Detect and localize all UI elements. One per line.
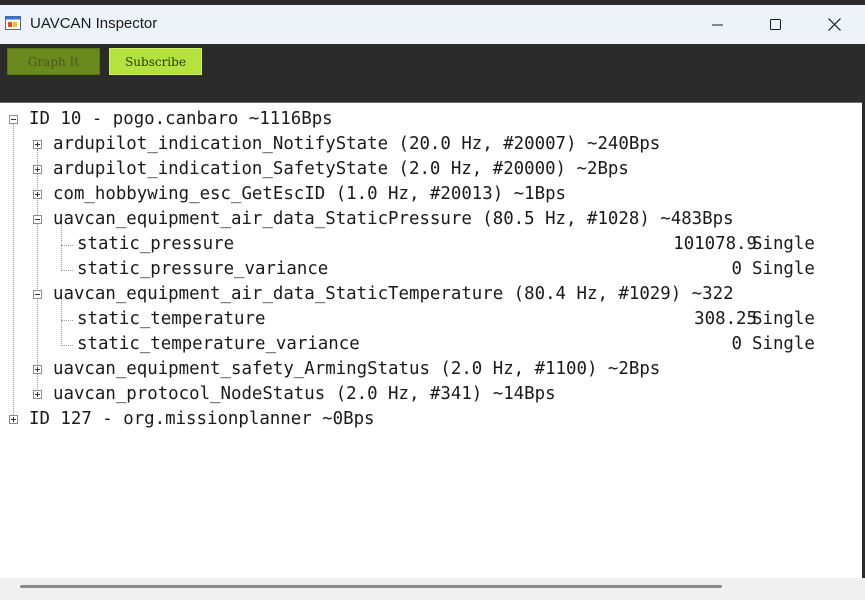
app-window-icon bbox=[5, 16, 21, 30]
tree-line bbox=[61, 345, 73, 346]
tree-line bbox=[61, 245, 73, 246]
tree-node-id127[interactable]: ID 127 - org.missionplanner ~0Bps bbox=[29, 407, 375, 432]
field-value: 101078.9 bbox=[673, 234, 757, 254]
tree-line bbox=[61, 270, 73, 271]
window-title: UAVCAN Inspector bbox=[30, 15, 158, 32]
field-name[interactable]: static_pressure_variance bbox=[77, 257, 328, 282]
field-name[interactable]: static_temperature_variance bbox=[77, 332, 360, 357]
close-button[interactable] bbox=[805, 5, 863, 44]
collapse-icon[interactable] bbox=[9, 115, 18, 124]
title-bar: UAVCAN Inspector bbox=[0, 0, 865, 44]
tree-node-message[interactable]: uavcan_equipment_air_data_StaticTemperat… bbox=[53, 282, 734, 307]
maximize-button[interactable] bbox=[747, 5, 805, 44]
expand-icon[interactable] bbox=[33, 165, 42, 174]
tree-node-message[interactable]: com_hobbywing_esc_GetEscID (1.0 Hz, #200… bbox=[53, 182, 566, 207]
expand-icon[interactable] bbox=[9, 415, 18, 424]
field-type: Single bbox=[752, 234, 815, 254]
field-type: Single bbox=[752, 334, 815, 354]
field-type: Single bbox=[752, 309, 815, 329]
field-value: 308.25 bbox=[694, 309, 757, 329]
scrollbar-thumb[interactable] bbox=[20, 585, 722, 588]
tree-line bbox=[13, 124, 14, 419]
field-value: 0 bbox=[731, 259, 742, 279]
maximize-icon bbox=[770, 18, 781, 30]
field-name[interactable]: static_pressure bbox=[77, 232, 234, 257]
minimize-icon bbox=[712, 24, 723, 25]
subscribe-button[interactable]: Subscribe bbox=[109, 48, 202, 75]
expand-icon[interactable] bbox=[33, 140, 42, 149]
tree-node-message[interactable]: ardupilot_indication_SafetyState (2.0 Hz… bbox=[53, 157, 629, 182]
tree-line bbox=[37, 149, 38, 395]
close-icon bbox=[827, 18, 841, 31]
toolbar: Graph It Subscribe bbox=[0, 44, 865, 90]
field-type: Single bbox=[752, 259, 815, 279]
tree-node-message[interactable]: uavcan_protocol_NodeStatus (2.0 Hz, #341… bbox=[53, 382, 556, 407]
tree-line bbox=[61, 320, 73, 321]
field-value: 0 bbox=[731, 334, 742, 354]
field-name[interactable]: static_temperature bbox=[77, 307, 265, 332]
tree-node-message[interactable]: uavcan_equipment_safety_ArmingStatus (2.… bbox=[53, 357, 660, 382]
expand-icon[interactable] bbox=[33, 390, 42, 399]
horizontal-scrollbar[interactable] bbox=[0, 578, 865, 600]
collapse-icon[interactable] bbox=[33, 215, 42, 224]
tree-node-message[interactable]: ardupilot_indication_NotifyState (20.0 H… bbox=[53, 132, 660, 157]
collapse-icon[interactable] bbox=[33, 290, 42, 299]
graph-it-button[interactable]: Graph It bbox=[7, 48, 100, 75]
tree-node-message[interactable]: uavcan_equipment_air_data_StaticPressure… bbox=[53, 207, 734, 232]
expand-icon[interactable] bbox=[33, 190, 42, 199]
message-tree[interactable]: ID 10 - pogo.canbaro ~1116Bps ardupilot_… bbox=[0, 102, 865, 578]
tree-node-id10[interactable]: ID 10 - pogo.canbaro ~1116Bps bbox=[29, 107, 333, 132]
minimize-button[interactable] bbox=[689, 5, 747, 44]
expand-icon[interactable] bbox=[33, 365, 42, 374]
